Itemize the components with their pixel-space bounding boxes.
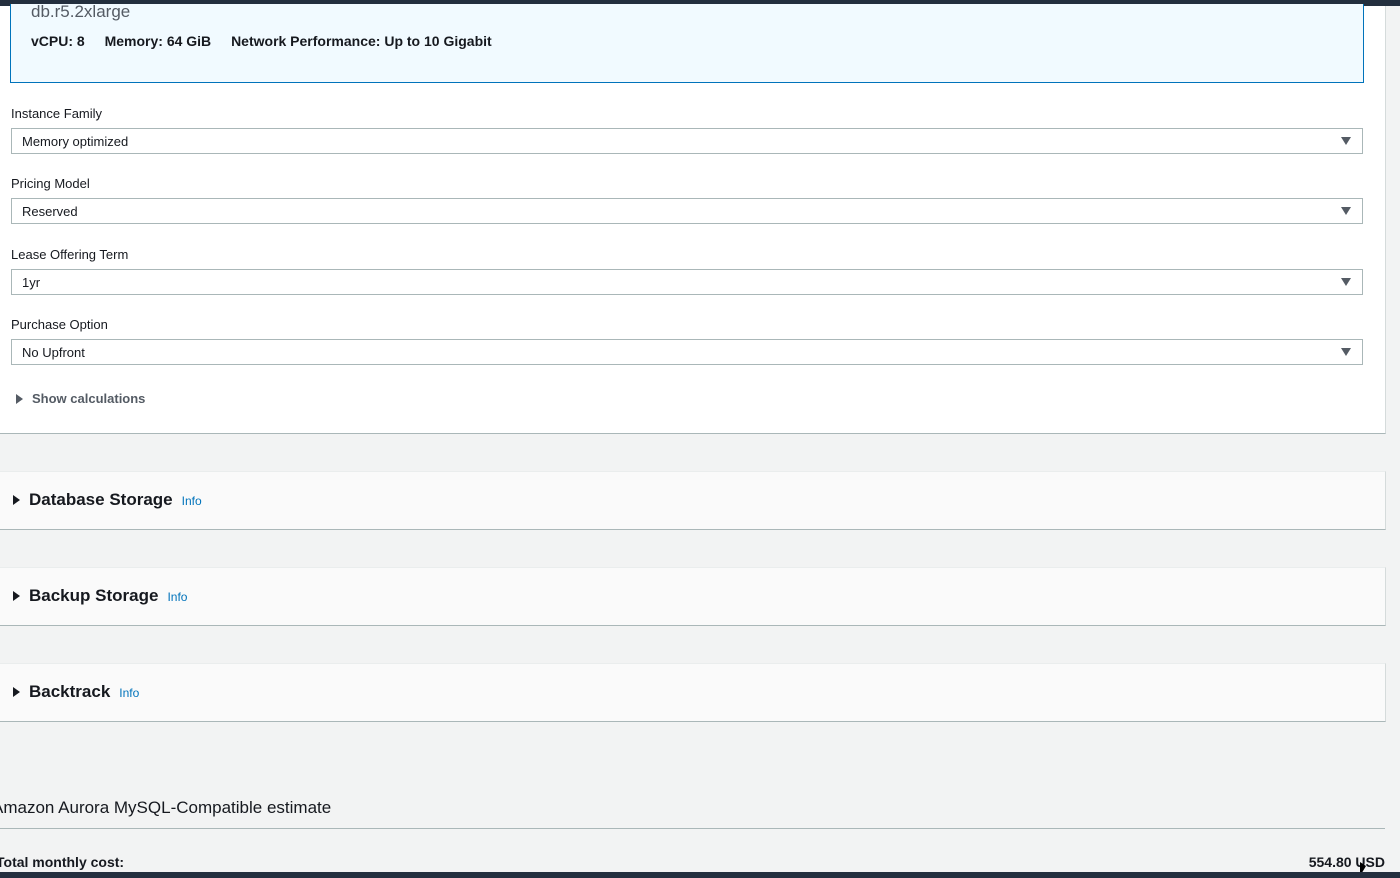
- section-title: Backtrack: [29, 682, 111, 701]
- backtrack-section[interactable]: Backtrack Info: [0, 663, 1386, 722]
- pricing-model-label: Pricing Model: [11, 176, 90, 191]
- instance-family-select[interactable]: Memory optimized: [11, 128, 1363, 154]
- caret-down-icon: [1341, 137, 1351, 145]
- caret-down-icon: [1341, 207, 1351, 215]
- caret-down-icon: [1341, 278, 1351, 286]
- instance-specs: vCPU: 8 Memory: 64 GiB Network Performan…: [31, 33, 508, 49]
- total-monthly-cost-label: Total monthly cost:: [0, 854, 125, 870]
- window-bottom-edge: [0, 872, 1400, 878]
- info-link[interactable]: Info: [182, 494, 202, 508]
- section-title: Database Storage: [29, 490, 173, 509]
- instance-family-value: Memory optimized: [22, 134, 129, 149]
- purchase-option-select[interactable]: No Upfront: [11, 339, 1363, 365]
- expand-arrow-icon: [13, 686, 20, 697]
- vcpu-spec: vCPU: 8: [31, 33, 85, 49]
- show-calculations-label: Show calculations: [32, 391, 146, 406]
- expand-arrow-icon: [13, 590, 20, 601]
- purchase-option-value: No Upfront: [22, 345, 85, 360]
- section-title: Backup Storage: [29, 586, 159, 605]
- section-header: Backup Storage Info: [13, 586, 187, 606]
- estimate-divider: [0, 828, 1385, 829]
- section-header: Database Storage Info: [13, 490, 202, 510]
- purchase-option-label: Purchase Option: [11, 317, 108, 332]
- backup-storage-section[interactable]: Backup Storage Info: [0, 567, 1386, 626]
- info-link[interactable]: Info: [119, 686, 139, 700]
- network-spec: Network Performance: Up to 10 Gigabit: [231, 33, 492, 49]
- lease-term-value: 1yr: [22, 275, 41, 290]
- selected-instance-card[interactable]: db.r5.2xlarge vCPU: 8 Memory: 64 GiB Net…: [10, 2, 1364, 83]
- instance-type-name: db.r5.2xlarge: [31, 2, 131, 21]
- lease-term-select[interactable]: 1yr: [11, 269, 1363, 295]
- info-link[interactable]: Info: [167, 590, 187, 604]
- expand-arrow-icon: [16, 393, 23, 404]
- section-header: Backtrack Info: [13, 682, 139, 702]
- show-calculations-toggle[interactable]: Show calculations: [16, 391, 145, 406]
- memory-spec: Memory: 64 GiB: [104, 33, 212, 49]
- expand-arrow-icon: [13, 494, 20, 505]
- instance-family-label: Instance Family: [11, 106, 103, 121]
- pricing-model-select[interactable]: Reserved: [11, 198, 1363, 224]
- total-monthly-cost-value: 554.80 USD: [1308, 854, 1385, 870]
- pricing-model-value: Reserved: [22, 204, 78, 219]
- estimate-title: Amazon Aurora MySQL-Compatible estimate: [0, 798, 332, 817]
- lease-term-label: Lease Offering Term: [11, 247, 129, 262]
- caret-down-icon: [1341, 348, 1351, 356]
- database-storage-section[interactable]: Database Storage Info: [0, 471, 1386, 530]
- instance-config-panel: db.r5.2xlarge vCPU: 8 Memory: 64 GiB Net…: [0, 2, 1386, 434]
